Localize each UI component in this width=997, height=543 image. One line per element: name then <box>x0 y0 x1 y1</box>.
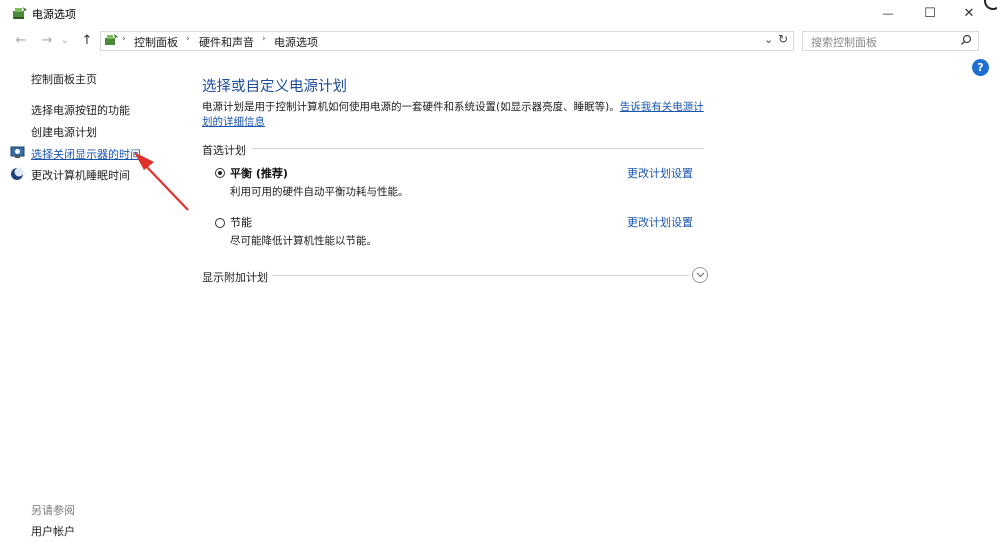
see-also-user-accounts[interactable]: 用户帐户 <box>31 523 75 539</box>
window-title: 电源选项 <box>32 8 76 21</box>
see-also-heading: 另请参阅 <box>31 504 75 517</box>
up-button[interactable]: ↑ <box>79 32 95 48</box>
section-divider <box>272 275 690 276</box>
refresh-button[interactable]: ↻ <box>778 32 788 46</box>
plan-description: 电源计划是用于控制计算机如何使用电源的一套硬件和系统设置(如显示器亮度、睡眠等)… <box>202 100 712 130</box>
forward-button[interactable]: → <box>39 32 55 48</box>
expand-additional-plans-button[interactable] <box>692 267 708 283</box>
search-input[interactable]: 搜索控制面板 <box>811 34 877 50</box>
refresh-icon: ↻ <box>778 32 789 46</box>
search-icon <box>960 34 972 49</box>
sidebar-item-sleep-time[interactable]: 更改计算机睡眠时间 <box>31 167 130 183</box>
show-additional-plans-label[interactable]: 显示附加计划 <box>202 269 268 285</box>
minimize-icon: — <box>882 6 894 20</box>
close-icon: ✕ <box>963 5 975 21</box>
section-divider <box>252 148 704 149</box>
sidebar-item-display-off-time[interactable]: 选择关闭显示器的时间 <box>31 146 141 162</box>
breadcrumb-separator[interactable]: › <box>262 34 266 44</box>
breadcrumb-power-options[interactable]: 电源选项 <box>274 34 318 50</box>
preferred-plans-label: 首选计划 <box>202 144 246 157</box>
maximize-button[interactable]: ☐ <box>912 2 948 24</box>
recent-locations-button[interactable]: ⌄ <box>60 32 70 48</box>
plan-power-saver-radio[interactable] <box>215 218 225 228</box>
plan-balanced-desc: 利用可用的硬件自动平衡功耗与性能。 <box>230 186 409 198</box>
close-button[interactable]: ✕ <box>951 2 987 24</box>
address-dropdown-button[interactable]: ⌄ <box>764 33 773 46</box>
help-button[interactable]: ? <box>972 59 989 76</box>
sleep-moon-icon <box>10 167 25 184</box>
annotation-arrow-icon <box>128 148 192 217</box>
chevron-down-icon: ⌄ <box>60 34 70 46</box>
forward-arrow-icon: → <box>41 32 53 48</box>
plan-power-saver-desc: 尽可能降低计算机性能以节能。 <box>230 235 377 247</box>
help-icon: ? <box>977 61 984 74</box>
breadcrumb-separator: › <box>122 34 126 44</box>
sidebar-item-power-button[interactable]: 选择电源按钮的功能 <box>31 102 130 118</box>
up-arrow-icon: ↑ <box>81 32 93 48</box>
breadcrumb-separator[interactable]: › <box>186 34 190 44</box>
plan-balanced-radio[interactable] <box>215 168 225 178</box>
back-arrow-icon: ← <box>15 32 27 48</box>
back-button[interactable]: ← <box>13 32 29 48</box>
sidebar-home-link[interactable]: 控制面板主页 <box>31 71 97 87</box>
power-options-app-icon <box>11 5 29 21</box>
plan-balanced-name[interactable]: 平衡 (推荐) <box>230 165 288 181</box>
plan-power-saver-name[interactable]: 节能 <box>230 214 252 230</box>
description-text: 电源计划是用于控制计算机如何使用电源的一套硬件和系统设置(如显示器亮度、睡眠等)… <box>202 101 620 113</box>
change-power-saver-settings-link[interactable]: 更改计划设置 <box>627 214 693 230</box>
sidebar-item-create-plan[interactable]: 创建电源计划 <box>31 124 97 140</box>
display-off-icon <box>10 146 25 162</box>
maximize-icon: ☐ <box>924 5 936 21</box>
change-balanced-settings-link[interactable]: 更改计划设置 <box>627 165 693 181</box>
page-title: 选择或自定义电源计划 <box>202 79 347 95</box>
minimize-button[interactable]: — <box>870 2 906 24</box>
breadcrumb-control-panel[interactable]: 控制面板 <box>134 34 178 50</box>
control-panel-location-icon <box>103 33 119 50</box>
chevron-down-icon <box>696 272 704 278</box>
chevron-down-icon: ⌄ <box>764 33 774 46</box>
breadcrumb-hardware-sound[interactable]: 硬件和声音 <box>199 34 254 50</box>
